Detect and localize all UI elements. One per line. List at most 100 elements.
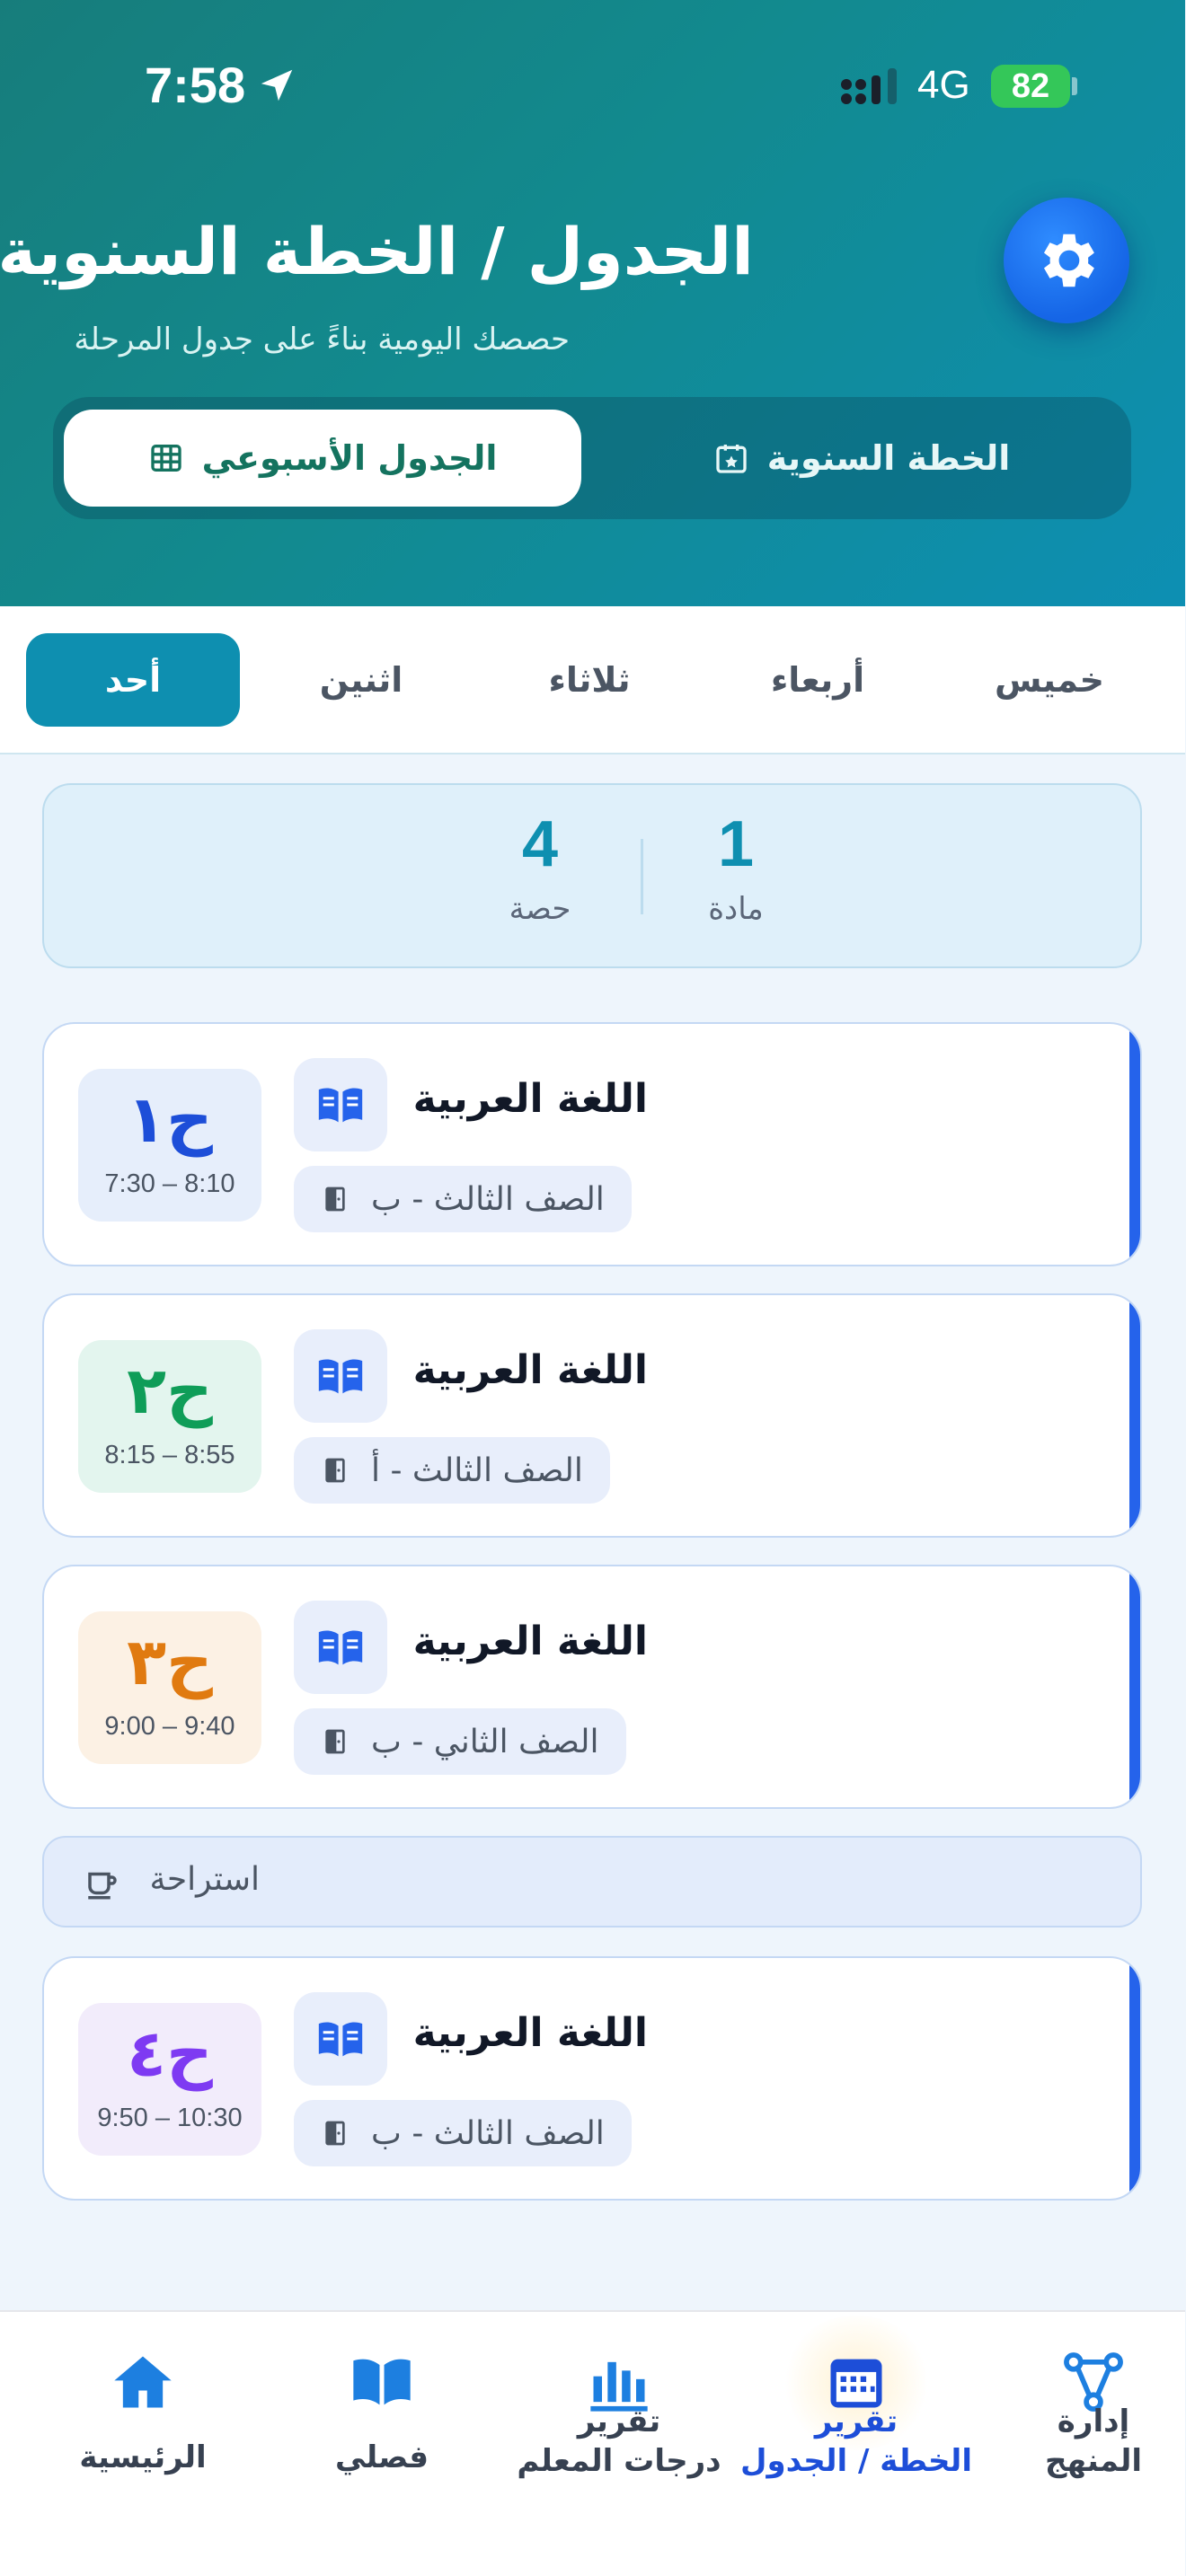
class-name: الصف الثالث - ب: [372, 1180, 606, 1218]
nav-label-line-1: تقرير: [815, 2404, 899, 2439]
break-row: استراحة: [43, 1836, 1143, 1928]
period-number: ح٢: [128, 1353, 214, 1428]
subject-name: اللغة العربية: [413, 1619, 649, 1664]
nav-label-line-2: الخطة / الجدول: [741, 2443, 973, 2480]
periods-summary: 4 حصة: [442, 812, 640, 927]
day-tab-monday[interactable]: اثنين: [255, 633, 469, 727]
tab-weekly-schedule[interactable]: الجدول الأسبوعي: [65, 410, 582, 507]
card-accent: [1130, 1958, 1141, 2199]
periods-label: حصة: [509, 891, 572, 927]
day-selector: أحد اثنين ثلاثاء أربعاء خميس: [0, 606, 1186, 754]
home-icon: [115, 2356, 173, 2408]
header: 7:58 4G 82 الجدول / الخطة السنوية حصصك ا…: [0, 0, 1186, 606]
period-number: ح٤: [128, 2016, 214, 2091]
card-accent: [1130, 1295, 1141, 1536]
subject-icon-box: [295, 1329, 388, 1423]
period-badge: ح٣ 9:00 – 9:40: [79, 1611, 262, 1764]
nav-teacher-grades-report[interactable]: تقرير درجات المعلم: [501, 2312, 739, 2576]
tab-annual-label: الخطة السنوية: [767, 438, 1012, 478]
view-switcher: الجدول الأسبوعي الخطة السنوية: [54, 397, 1132, 519]
nav-label-line-1: تقرير: [578, 2404, 662, 2439]
door-icon: [326, 1187, 346, 1212]
coffee-cup-icon: [89, 1872, 118, 1900]
settings-button[interactable]: [1005, 198, 1130, 323]
table-grid-icon: [151, 445, 182, 472]
nav-label-line-1: إدارة: [1058, 2404, 1131, 2439]
subjects-summary: 1 مادة: [638, 812, 836, 927]
period-badge: ح٢ 8:15 – 8:55: [79, 1340, 262, 1493]
card-accent: [1130, 1566, 1141, 1807]
period-number: ح١: [128, 1081, 214, 1157]
class-pill: الصف الثالث - ب: [295, 2100, 633, 2166]
book-open-icon: [319, 1359, 364, 1394]
signal-icon: [842, 68, 898, 104]
period-time: 8:15 – 8:55: [105, 1441, 236, 1469]
nav-home-label: الرئيسية: [80, 2439, 208, 2475]
class-name: الصف الثالث - ب: [372, 2114, 606, 2152]
day-summary: 1 مادة 4 حصة: [43, 783, 1143, 968]
door-icon: [326, 2121, 346, 2146]
battery-tip: [1073, 77, 1078, 95]
day-tab-wednesday[interactable]: أربعاء: [712, 633, 925, 727]
calendar-star-icon: [717, 445, 748, 473]
book-open-icon: [319, 2022, 364, 2057]
lesson-card[interactable]: ح١ 7:30 – 8:10 اللغة العربية الصف الثالث…: [43, 1022, 1143, 1266]
class-name: الصف الثالث - أ: [372, 1451, 584, 1489]
book-open-icon: [319, 1088, 364, 1123]
nav-my-class[interactable]: فصلي: [264, 2312, 501, 2576]
tab-annual-plan[interactable]: الخطة السنوية: [604, 410, 1121, 507]
nav-plan-schedule-report[interactable]: تقرير الخطة / الجدول: [739, 2312, 976, 2576]
nav-plan-schedule-label: تقرير الخطة / الجدول: [739, 2402, 976, 2481]
status-bar: 7:58 4G 82: [0, 0, 1186, 171]
day-tab-thursday[interactable]: خميس: [943, 633, 1157, 727]
status-time: 7:58: [146, 57, 247, 113]
book-open-icon: [354, 2359, 412, 2405]
lesson-card[interactable]: ح٤ 9:50 – 10:30 اللغة العربية الصف الثال…: [43, 1956, 1143, 2201]
location-arrow-icon: [261, 69, 294, 101]
page-title: الجدول / الخطة السنوية: [0, 214, 755, 289]
battery-indicator: 82: [992, 65, 1071, 108]
door-icon: [326, 1458, 346, 1483]
nav-curriculum-management[interactable]: إدارة المنهج: [976, 2312, 1186, 2576]
tab-weekly-label: الجدول الأسبوعي: [202, 438, 499, 478]
summary-divider: [642, 839, 644, 914]
card-accent: [1130, 1024, 1141, 1265]
nav-curriculum-label: إدارة المنهج: [976, 2402, 1186, 2481]
nav-teacher-grades-label: تقرير درجات المعلم: [501, 2402, 739, 2481]
subject-name: اللغة العربية: [413, 1347, 649, 1393]
door-icon: [326, 1729, 346, 1754]
subjects-count: 1: [718, 808, 756, 880]
period-time: 9:00 – 9:40: [105, 1712, 236, 1741]
break-label: استراحة: [150, 1861, 261, 1898]
nav-my-class-label: فصلي: [335, 2439, 430, 2475]
page-subtitle: حصصك اليومية بناءً على جدول المرحلة: [75, 322, 571, 357]
subject-icon-box: [295, 1992, 388, 2086]
subject-name: اللغة العربية: [413, 1076, 649, 1122]
lesson-card[interactable]: ح٢ 8:15 – 8:55 اللغة العربية الصف الثالث…: [43, 1293, 1143, 1538]
period-badge: ح٤ 9:50 – 10:30: [79, 2003, 262, 2156]
class-name: الصف الثاني - ب: [372, 1723, 600, 1760]
bottom-nav: الرئيسية فصلي تقرير درجات المعلم تقرير ا…: [0, 2310, 1186, 2576]
period-time: 7:30 – 8:10: [105, 1169, 236, 1198]
day-tab-tuesday[interactable]: ثلاثاء: [483, 633, 697, 727]
book-open-icon: [319, 1630, 364, 1665]
battery-level: 82: [1012, 66, 1051, 105]
period-time: 9:50 – 10:30: [98, 2104, 243, 2132]
class-pill: الصف الثاني - ب: [295, 1708, 627, 1775]
subject-icon-box: [295, 1058, 388, 1151]
gear-icon: [1044, 234, 1095, 287]
subject-name: اللغة العربية: [413, 2010, 649, 2056]
day-tab-sunday[interactable]: أحد: [27, 633, 241, 727]
nav-home[interactable]: الرئيسية: [25, 2312, 262, 2576]
subjects-label: مادة: [709, 891, 765, 927]
class-pill: الصف الثالث - أ: [295, 1437, 611, 1504]
period-badge: ح١ 7:30 – 8:10: [79, 1069, 262, 1222]
class-pill: الصف الثالث - ب: [295, 1166, 633, 1232]
network-label: 4G: [918, 63, 971, 107]
periods-count: 4: [522, 808, 560, 880]
subject-icon-box: [295, 1601, 388, 1694]
nav-label-line-2: المنهج: [1045, 2443, 1144, 2480]
lesson-card[interactable]: ح٣ 9:00 – 9:40 اللغة العربية الصف الثاني…: [43, 1565, 1143, 1809]
period-number: ح٣: [128, 1624, 214, 1699]
nav-label-line-2: درجات المعلم: [518, 2443, 722, 2480]
